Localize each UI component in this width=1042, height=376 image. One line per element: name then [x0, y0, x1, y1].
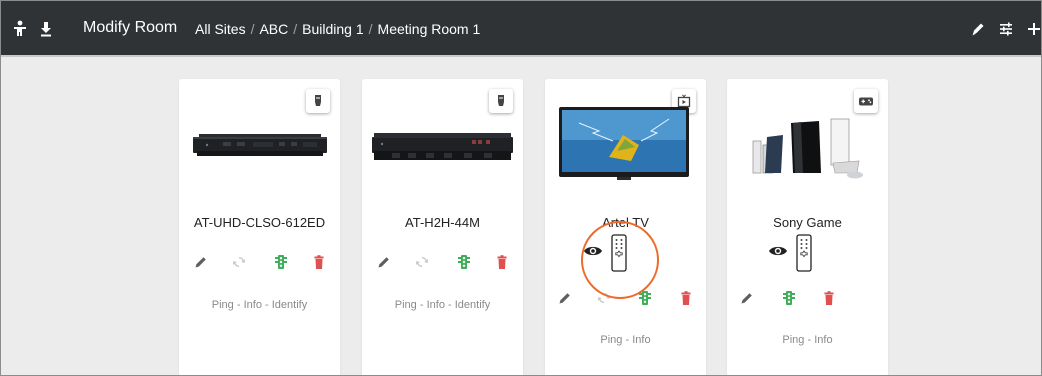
hdmi-plug-icon — [306, 89, 330, 113]
info-link[interactable]: Info — [632, 334, 650, 346]
link-separator: - — [804, 334, 815, 346]
refresh-device-button[interactable] — [413, 253, 431, 271]
device-image — [193, 134, 327, 156]
device-card[interactable]: AT-H2H-44M Ping - Info - Identify — [362, 79, 523, 375]
link-separator: - — [622, 334, 633, 346]
hdmi-plug-icon — [489, 89, 513, 113]
ping-link[interactable]: Ping — [782, 334, 804, 346]
remote-control-icon[interactable] — [611, 234, 627, 272]
device-links: Ping - Info — [727, 334, 888, 346]
device-actions — [179, 253, 340, 273]
device-links: Ping - Info - Identify — [362, 299, 523, 311]
identify-link[interactable]: Identify — [272, 299, 307, 311]
page-title: Modify Room — [83, 19, 178, 36]
link-separator: - — [416, 299, 427, 311]
device-name: Artel TV — [602, 215, 649, 230]
device-actions — [545, 289, 706, 309]
info-link[interactable]: Info — [814, 334, 832, 346]
edit-device-button[interactable] — [556, 289, 574, 307]
breadcrumb-separator: / — [368, 21, 373, 37]
breadcrumb-item-building[interactable]: Building 1 — [302, 21, 364, 37]
add-icon[interactable] — [1025, 19, 1041, 39]
device-name: AT-UHD-CLSO-612ED — [193, 215, 326, 230]
info-link[interactable]: Info — [244, 299, 262, 311]
ping-link[interactable]: Ping — [600, 334, 622, 346]
breadcrumb-separator: / — [293, 21, 298, 37]
traffic-light-status-icon[interactable] — [636, 289, 654, 307]
breadcrumb-item-room[interactable]: Meeting Room 1 — [378, 21, 481, 37]
accessibility-icon[interactable] — [11, 19, 29, 39]
remote-controls — [583, 231, 673, 272]
device-card[interactable]: Sony Game Ping - Info — [727, 79, 888, 375]
device-name: AT-H2H-44M — [405, 215, 480, 230]
device-name: Sony Game — [773, 215, 842, 230]
breadcrumb-item-all-sites[interactable]: All Sites — [195, 21, 246, 37]
edit-device-button[interactable] — [192, 253, 210, 271]
device-image — [559, 107, 689, 180]
delete-device-button[interactable] — [677, 289, 695, 307]
tune-settings-icon[interactable] — [997, 19, 1015, 39]
ping-link[interactable]: Ping — [395, 299, 417, 311]
delete-device-button[interactable] — [820, 289, 838, 307]
device-actions — [727, 289, 888, 309]
eye-icon[interactable] — [768, 244, 788, 258]
breadcrumb-item-abc[interactable]: ABC — [259, 21, 288, 37]
remote-controls — [768, 231, 858, 272]
gamepad-icon — [854, 89, 878, 113]
info-link[interactable]: Info — [427, 299, 445, 311]
traffic-light-status-icon[interactable] — [780, 289, 798, 307]
link-separator: - — [444, 299, 455, 311]
device-links: Ping - Info - Identify — [179, 299, 340, 311]
device-image — [372, 133, 513, 160]
edit-pencil-icon[interactable] — [969, 19, 987, 39]
app-window: Modify Room All Sites / ABC / Building 1/Mee… — [0, 0, 1042, 376]
delete-device-button[interactable] — [310, 253, 328, 271]
identify-link[interactable]: Identify — [455, 299, 490, 311]
device-image — [752, 118, 863, 179]
remote-control-icon[interactable] — [796, 234, 812, 272]
traffic-light-status-icon[interactable] — [272, 253, 290, 271]
download-icon[interactable] — [37, 19, 55, 39]
device-card[interactable]: AT-UHD-CLSO-612ED Ping - Info - Identify — [179, 79, 340, 375]
traffic-light-status-icon[interactable] — [455, 253, 473, 271]
link-separator: - — [233, 299, 244, 311]
refresh-device-button[interactable] — [595, 289, 613, 307]
refresh-device-button[interactable] — [230, 253, 248, 271]
link-separator: - — [261, 299, 272, 311]
breadcrumb: All Sites / ABC / Building 1/Meeting Room 1 — [195, 21, 480, 37]
ping-link[interactable]: Ping — [212, 299, 234, 311]
breadcrumb-separator: / — [250, 21, 255, 37]
device-links: Ping - Info — [545, 334, 706, 346]
device-card[interactable]: Artel TV Ping - Info — [545, 79, 706, 375]
edit-device-button[interactable] — [738, 289, 756, 307]
delete-device-button[interactable] — [493, 253, 511, 271]
eye-icon[interactable] — [583, 244, 603, 258]
device-actions — [362, 253, 523, 273]
top-bar: Modify Room All Sites / ABC / Building 1/Mee… — [1, 1, 1041, 57]
edit-device-button[interactable] — [375, 253, 393, 271]
